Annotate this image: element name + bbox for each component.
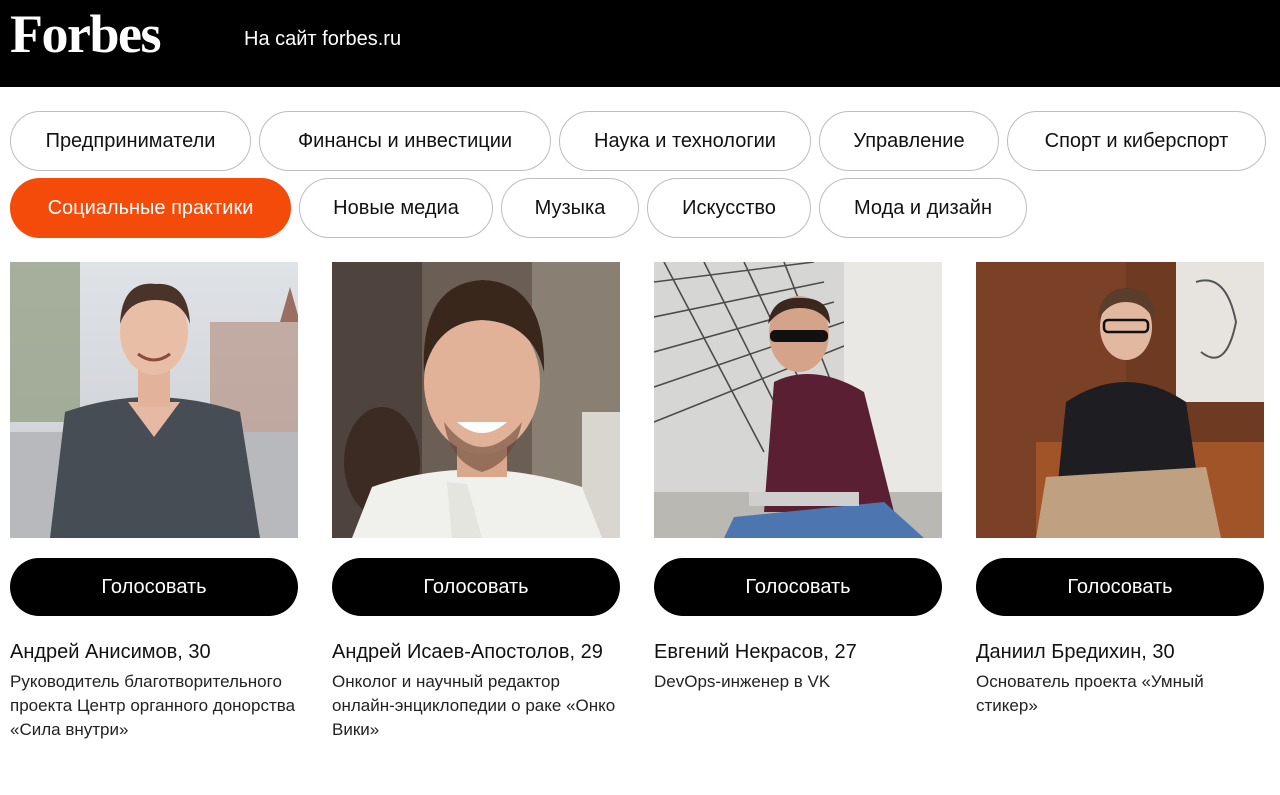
vote-button[interactable]: Голосовать <box>976 558 1264 616</box>
category-chip-social[interactable]: Социальные практики <box>10 178 291 238</box>
category-chip-new-media[interactable]: Новые медиа <box>299 178 493 238</box>
category-chip-science[interactable]: Наука и технологии <box>559 111 811 171</box>
nominee-photo <box>10 262 298 538</box>
nominee-role: Руководитель благотворительного проекта … <box>10 672 296 739</box>
category-chip-finance[interactable]: Финансы и инвестиции <box>259 111 551 171</box>
category-chip-entrepreneurs[interactable]: Предприниматели <box>10 111 251 171</box>
category-chip-management[interactable]: Управление <box>819 111 999 171</box>
vote-button[interactable]: Голосовать <box>10 558 298 616</box>
vote-button[interactable]: Голосовать <box>654 558 942 616</box>
site-link[interactable]: На сайт forbes.ru <box>244 26 401 52</box>
nominee-name: Евгений Некрасов, 27 <box>654 641 857 663</box>
nominee-photo <box>654 262 942 538</box>
nominee-name: Андрей Исаев-Апостолов, 29 <box>332 641 603 663</box>
category-chip-music[interactable]: Музыка <box>501 178 639 238</box>
category-row: Социальные практики Новые медиа Музыка И… <box>10 178 1270 239</box>
nominee-card: Голосовать Андрей Исаев-Апостолов, 29 Он… <box>332 262 620 742</box>
nominee-card: Голосовать Андрей Анисимов, 30 Руководит… <box>10 262 298 742</box>
nominee-role: Основатель проекта «Умный стикер» <box>976 672 1204 715</box>
category-chip-art[interactable]: Искусство <box>647 178 811 238</box>
category-row: Предприниматели Финансы и инвестиции Нау… <box>10 111 1270 172</box>
nominee-name: Даниил Бредихин, 30 <box>976 641 1175 663</box>
nominee-role: Онколог и научный редактор онлайн-энцикл… <box>332 672 616 739</box>
forbes-logo[interactable]: Forbes <box>10 2 161 66</box>
category-filter: Предприниматели Финансы и инвестиции Нау… <box>10 111 1270 245</box>
nominee-card: Голосовать Даниил Бредихин, 30 Основател… <box>976 262 1264 718</box>
nominee-name: Андрей Анисимов, 30 <box>10 641 211 663</box>
nominee-photo <box>332 262 620 538</box>
nominee-role: DevOps-инженер в VK <box>654 672 831 691</box>
top-bar: Forbes На сайт forbes.ru <box>0 0 1280 87</box>
vote-button[interactable]: Голосовать <box>332 558 620 616</box>
nominee-photo <box>976 262 1264 538</box>
category-chip-sport[interactable]: Спорт и киберспорт <box>1007 111 1266 171</box>
category-chip-fashion[interactable]: Мода и дизайн <box>819 178 1027 238</box>
nominee-card: Голосовать Евгений Некрасов, 27 DevOps-и… <box>654 262 942 694</box>
